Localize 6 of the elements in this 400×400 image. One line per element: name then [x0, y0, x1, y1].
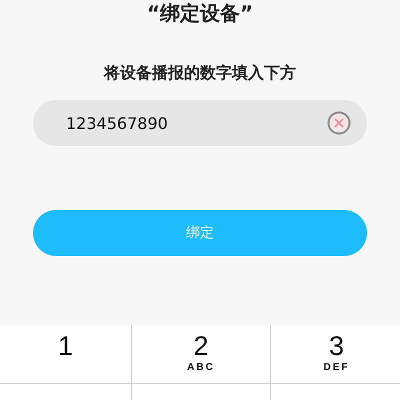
keypad-key[interactable]: 2 ABC	[132, 325, 270, 383]
keypad-key[interactable]: 1	[0, 325, 131, 383]
page-title: “绑定设备”	[146, 0, 254, 26]
code-input-field[interactable]: 1234567890	[33, 100, 367, 146]
instruction-text: 将设备播报的数字填入下方	[102, 62, 297, 84]
keypad-key[interactable]: 3 DEF	[271, 325, 400, 383]
